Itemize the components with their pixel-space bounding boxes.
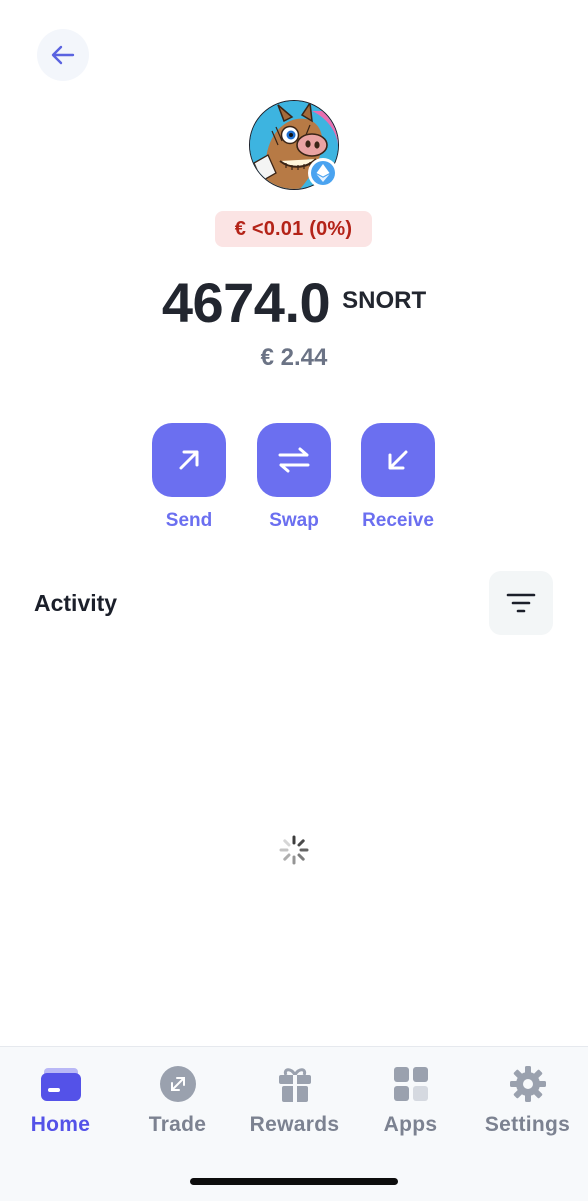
loading-spinner-icon — [279, 835, 309, 865]
token-balance: 4674.0 SNORT — [0, 270, 588, 340]
arrow-down-left-icon — [388, 450, 408, 470]
tab-home-label: Home — [30, 1113, 91, 1136]
fiat-value: € 2.44 — [260, 344, 328, 371]
gift-icon — [278, 1068, 311, 1102]
tab-trade[interactable]: Trade — [119, 1063, 236, 1137]
send-label: Send — [165, 510, 213, 531]
swap-arrows-icon — [278, 447, 310, 473]
swap-button[interactable] — [257, 423, 331, 497]
token-symbol: SNORT — [342, 287, 427, 314]
balance-amount: 4674.0 — [161, 271, 331, 334]
wallet-icon — [40, 1068, 81, 1101]
tab-apps-label: Apps — [383, 1113, 438, 1136]
receive-button[interactable] — [361, 423, 435, 497]
send-button[interactable] — [152, 423, 226, 497]
arrow-left-icon — [51, 45, 75, 65]
ethereum-icon — [316, 164, 330, 182]
price-change-text: € <0.01 (0%) — [234, 217, 353, 240]
tab-settings[interactable]: Settings — [469, 1063, 586, 1137]
trade-icon — [159, 1066, 196, 1102]
activity-title: Activity — [34, 590, 118, 616]
filter-icon — [506, 593, 536, 613]
send-action[interactable]: Send — [139, 423, 239, 532]
receive-label: Receive — [362, 510, 434, 531]
chain-badge — [308, 158, 338, 188]
token-avatar-group — [249, 100, 339, 190]
tab-rewards[interactable]: Rewards — [236, 1063, 353, 1137]
swap-action[interactable]: Swap — [244, 423, 344, 532]
filter-button[interactable] — [489, 571, 553, 635]
back-button[interactable] — [37, 29, 89, 81]
apps-grid-icon — [393, 1067, 428, 1101]
price-change-badge: € <0.01 (0%) — [215, 211, 372, 247]
tab-trade-label: Trade — [148, 1113, 207, 1136]
gear-icon — [509, 1066, 546, 1102]
tab-apps[interactable]: Apps — [352, 1063, 469, 1137]
tab-settings-label: Settings — [484, 1113, 571, 1136]
swap-label: Swap — [269, 510, 319, 531]
receive-action[interactable]: Receive — [348, 423, 448, 532]
home-indicator — [190, 1178, 398, 1185]
tab-home[interactable]: Home — [2, 1063, 119, 1137]
tab-rewards-label: Rewards — [249, 1113, 340, 1136]
arrow-up-right-icon — [179, 450, 199, 470]
